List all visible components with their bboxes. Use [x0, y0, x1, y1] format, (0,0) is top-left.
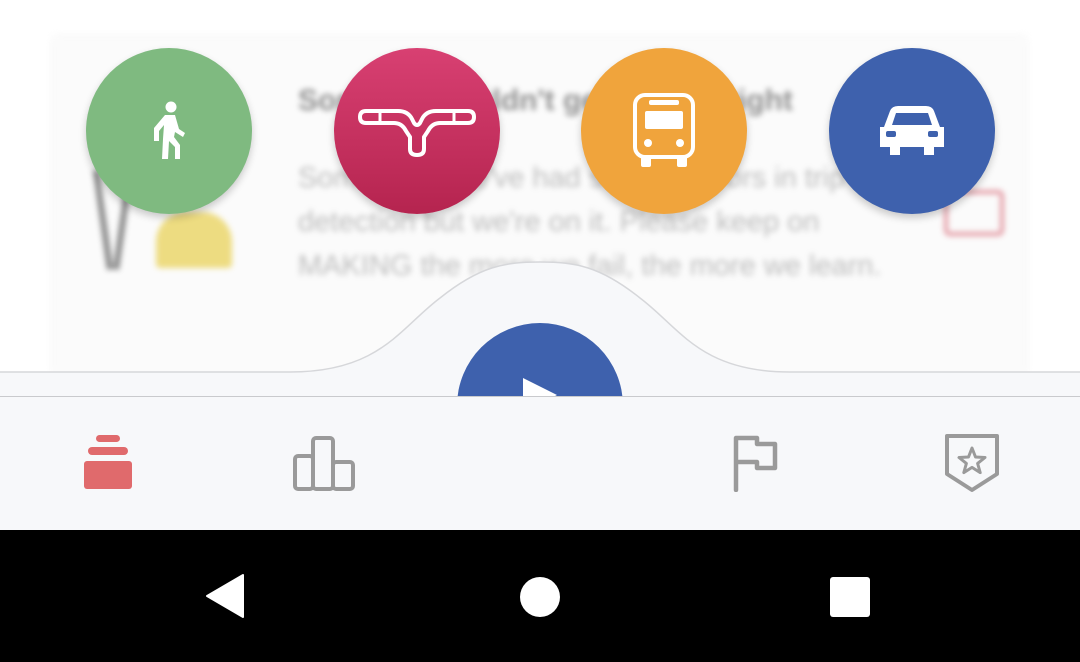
flag-icon [733, 435, 778, 492]
walking-person-icon [154, 101, 185, 159]
bottom-nav-bar [0, 396, 1080, 531]
nav-item-achievements[interactable] [932, 428, 1012, 498]
badge-star-icon [945, 434, 999, 492]
nav-item-feed[interactable] [68, 428, 148, 498]
system-home-button[interactable] [516, 573, 564, 621]
car-mode-button[interactable] [829, 48, 995, 214]
home-circle-icon [520, 577, 560, 617]
bicycle-handlebar-icon [358, 109, 476, 157]
nav-item-stats[interactable] [284, 428, 364, 498]
back-triangle-icon [206, 574, 244, 618]
bus-mode-button[interactable] [581, 48, 747, 214]
stack-icon [84, 435, 132, 489]
bus-icon [633, 93, 695, 167]
bar-chart-icon [293, 436, 355, 491]
nav-item-goals[interactable] [716, 428, 796, 498]
car-icon [880, 106, 944, 155]
system-recents-button[interactable] [826, 574, 874, 620]
walk-mode-button[interactable] [86, 48, 252, 214]
bike-mode-button[interactable] [334, 48, 500, 214]
recents-square-icon [830, 577, 870, 617]
system-back-button[interactable] [200, 570, 250, 622]
